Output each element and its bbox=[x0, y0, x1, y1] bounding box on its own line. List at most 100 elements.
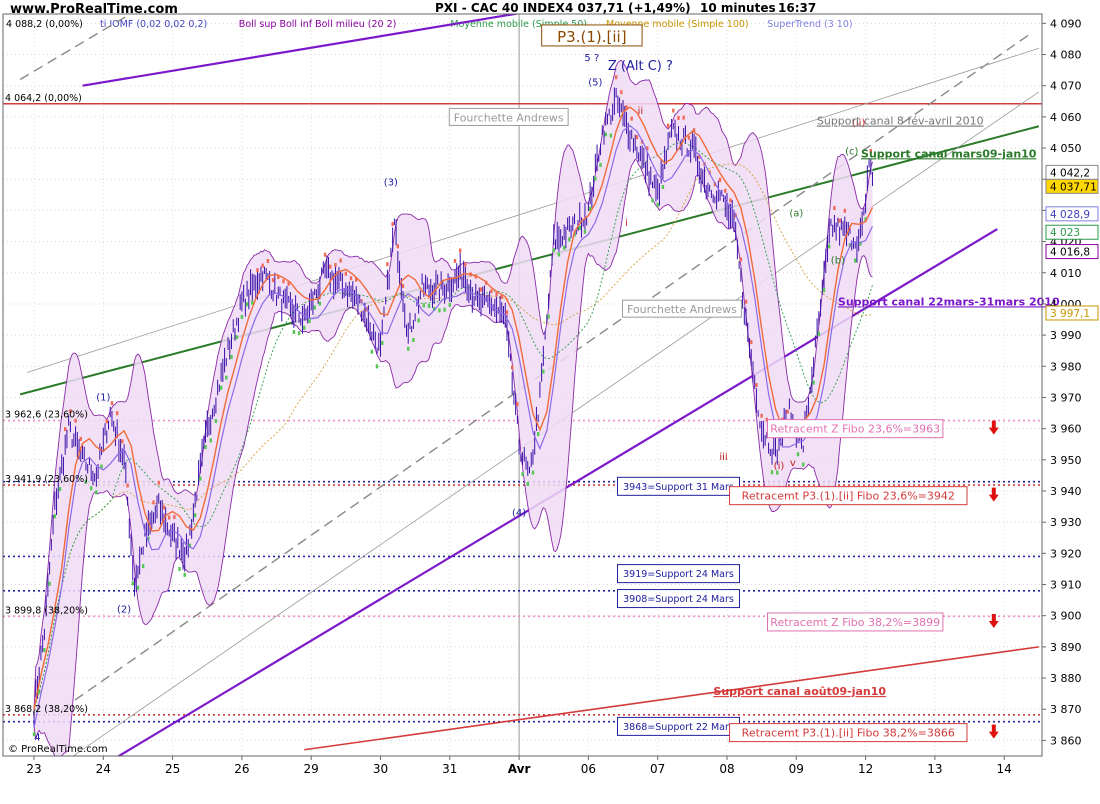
supertrend-down bbox=[516, 402, 519, 407]
supertrend-down bbox=[282, 279, 285, 284]
supertrend-down bbox=[173, 515, 176, 520]
wave-label: i bbox=[625, 218, 628, 229]
y-tick-label: 4 060 bbox=[1050, 111, 1082, 124]
y-tick-label: 3 900 bbox=[1050, 610, 1082, 623]
y-tick-label: 4 050 bbox=[1050, 142, 1082, 155]
supertrend-down bbox=[755, 383, 758, 388]
annotation-text: Support canal 22mars-31mars 2010 bbox=[838, 295, 1060, 308]
supertrend-down bbox=[110, 401, 114, 406]
supertrend-up bbox=[448, 302, 451, 307]
supertrend-down bbox=[505, 310, 509, 315]
supertrend-up bbox=[58, 487, 62, 492]
supertrend-up bbox=[230, 354, 233, 359]
supertrend-up bbox=[661, 185, 665, 190]
supertrend-up bbox=[542, 369, 545, 374]
annotation-text: Support canal mars09-jan10 bbox=[861, 147, 1037, 160]
y-tick-label: 3 950 bbox=[1050, 454, 1082, 467]
supertrend-up bbox=[303, 325, 306, 330]
annotation-text: P3.(1).[ii] bbox=[557, 28, 626, 46]
wave-label: (2) bbox=[117, 605, 131, 616]
y-tick-label: 3 980 bbox=[1050, 360, 1082, 373]
support-box: 3919=Support 24 Mars bbox=[616, 564, 740, 584]
supertrend-down bbox=[682, 115, 685, 120]
x-tick-label: 23 bbox=[26, 762, 41, 776]
site-name: www.ProRealTime.com bbox=[10, 2, 178, 17]
supertrend-up bbox=[308, 319, 311, 324]
supertrend-up bbox=[375, 364, 379, 369]
chart: www.ProRealTime.com PXI - CAC 40 INDEX 4… bbox=[0, 0, 1100, 800]
x-tick-label: 14 bbox=[997, 762, 1012, 776]
supertrend-up bbox=[438, 308, 441, 313]
price-box: 4 016,8 bbox=[1045, 244, 1099, 260]
supertrend-down bbox=[339, 258, 342, 263]
supertrend-down bbox=[63, 427, 67, 432]
supertrend-down bbox=[391, 222, 394, 227]
supertrend-up bbox=[521, 472, 524, 477]
wave-label: (3) bbox=[384, 177, 398, 188]
y-tick-label: 4 080 bbox=[1050, 49, 1082, 62]
level-label: 3 962,6 (23,60%) bbox=[5, 410, 88, 421]
supertrend-down bbox=[687, 135, 691, 140]
wave-label: ii bbox=[638, 106, 644, 117]
supertrend-down bbox=[401, 283, 405, 288]
supertrend-up bbox=[822, 288, 826, 293]
supertrend-down bbox=[630, 116, 633, 121]
supertrend-up bbox=[417, 318, 420, 323]
annotation: Support canal 8 fév-avril 2010 bbox=[817, 115, 984, 128]
supertrend-up bbox=[292, 330, 296, 335]
price-box-text: 4 028,9 bbox=[1050, 209, 1090, 221]
fibo-box: Retracemt Z Fibo 38,2%=3899 bbox=[767, 612, 944, 632]
annotation-text: Fourchette Andrews bbox=[454, 111, 564, 124]
annotation: Z (Alt C) ? bbox=[608, 59, 673, 74]
x-tick-label: 09 bbox=[789, 762, 804, 776]
supertrend-up bbox=[422, 303, 426, 308]
supertrend-up bbox=[131, 581, 134, 586]
y-tick-label: 3 930 bbox=[1050, 516, 1082, 529]
x-tick-label: 26 bbox=[234, 762, 249, 776]
price-box: 4 028,9 bbox=[1045, 206, 1099, 222]
chart-svg: www.ProRealTime.com PXI - CAC 40 INDEX 4… bbox=[0, 0, 1100, 800]
supertrend-down bbox=[261, 263, 264, 268]
level-label: 3 868,2 (38,20%) bbox=[5, 704, 88, 715]
x-tick-label: 25 bbox=[165, 762, 180, 776]
supertrend-up bbox=[225, 375, 228, 380]
y-tick-label: 4 070 bbox=[1050, 80, 1082, 93]
supertrend-down bbox=[833, 206, 836, 211]
annotation-text: Support canal 8 fév-avril 2010 bbox=[817, 115, 984, 128]
price-box-text: 3 997,1 bbox=[1050, 308, 1090, 320]
fibo-box-text: Retracemt P3.(1).[ii] Fibo 23,6%=3942 bbox=[742, 490, 955, 503]
supertrend-up bbox=[43, 648, 46, 653]
supertrend-down bbox=[739, 257, 743, 262]
supertrend-up bbox=[141, 564, 145, 569]
supertrend-down bbox=[677, 115, 680, 120]
supertrend-down bbox=[334, 263, 337, 268]
fibo-box: Retracemt P3.(1).[ii] Fibo 23,6%=3942 bbox=[729, 486, 968, 506]
wave-label: (i) bbox=[774, 461, 785, 472]
annotation: Fourchette Andrews bbox=[448, 107, 569, 126]
y-tick-label: 3 970 bbox=[1050, 391, 1082, 404]
supertrend-down bbox=[344, 271, 348, 276]
supertrend-down bbox=[157, 480, 160, 485]
supertrend-up bbox=[828, 244, 831, 249]
supertrend-down bbox=[453, 258, 457, 263]
supertrend-up bbox=[656, 202, 659, 207]
supertrend-up bbox=[370, 349, 374, 354]
x-tick-label: 12 bbox=[858, 762, 873, 776]
wave-label: 4 bbox=[34, 732, 40, 743]
supertrend-down bbox=[490, 289, 493, 294]
annotation-text: Support canal août09-jan10 bbox=[713, 685, 886, 698]
supertrend-down bbox=[672, 108, 675, 113]
y-tick-label: 4 090 bbox=[1050, 17, 1082, 30]
supertrend-up bbox=[547, 314, 550, 319]
supertrend-up bbox=[193, 513, 197, 518]
supertrend-up bbox=[578, 225, 581, 230]
supertrend-down bbox=[126, 483, 129, 488]
supertrend-down bbox=[718, 177, 722, 182]
supertrend-down bbox=[349, 276, 353, 281]
supertrend-up bbox=[562, 245, 566, 250]
support-box: 3908=Support 24 Mars bbox=[616, 589, 740, 609]
y-tick-label: 3 960 bbox=[1050, 423, 1082, 436]
price-box: 4 042,2 bbox=[1045, 164, 1099, 180]
x-tick-label: 07 bbox=[650, 762, 665, 776]
supertrend-down bbox=[121, 439, 124, 444]
